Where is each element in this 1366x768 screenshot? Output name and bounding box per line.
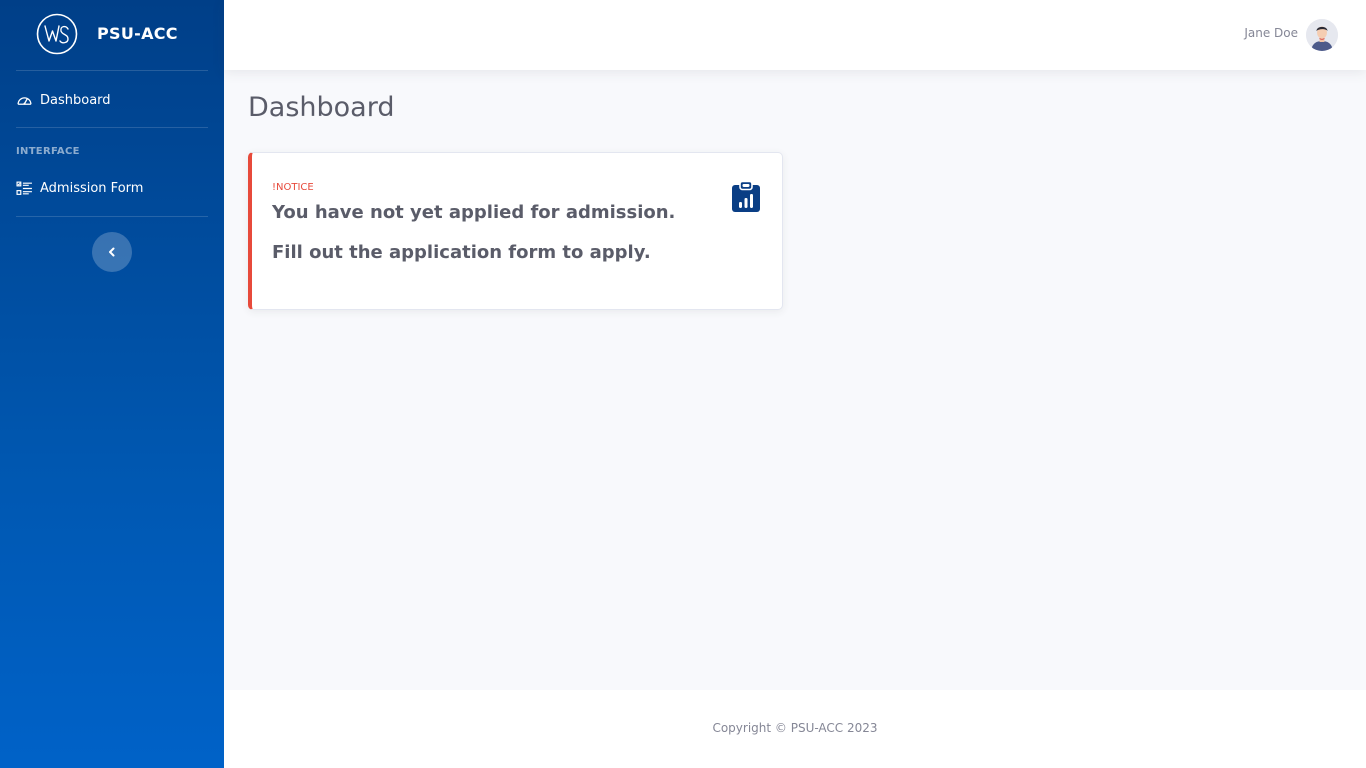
sidebar-section-heading: INTERFACE (16, 146, 80, 157)
sidebar-toggle-button[interactable] (92, 232, 132, 272)
sidebar-divider (16, 70, 208, 71)
notice-label: !NOTICE (272, 182, 314, 193)
sidebar-divider (16, 216, 208, 217)
sidebar-item-admission-form[interactable]: Admission Form (0, 168, 224, 208)
notice-instruction: Fill out the application form to apply. (272, 242, 651, 263)
sidebar-item-label: Admission Form (40, 180, 144, 196)
notice-message: You have not yet applied for admission. (272, 202, 676, 223)
user-name[interactable]: Jane Doe (1244, 26, 1298, 40)
notice-card: !NOTICE You have not yet applied for adm… (248, 152, 783, 310)
sidebar-item-dashboard[interactable]: Dashboard (0, 80, 224, 120)
sidebar-divider (16, 127, 208, 128)
list-check-icon (16, 181, 32, 195)
page-title: Dashboard (248, 92, 395, 123)
chevron-left-icon (109, 247, 115, 257)
sidebar: PSU-ACC Dashboard INTERFACE Admission Fo… (0, 0, 224, 768)
brand-logo-icon (36, 13, 78, 55)
copyright-text: Copyright © PSU-ACC 2023 (712, 721, 878, 735)
sidebar-item-label: Dashboard (40, 92, 111, 108)
user-avatar-icon[interactable] (1306, 19, 1338, 51)
footer: Copyright © PSU-ACC 2023 (224, 690, 1366, 768)
clipboard-chart-icon (732, 181, 760, 212)
brand-name: PSU-ACC (97, 24, 178, 43)
dashboard-gauge-icon (17, 96, 32, 105)
sidebar-brand[interactable]: PSU-ACC (0, 0, 224, 70)
topbar: Jane Doe (224, 0, 1366, 70)
